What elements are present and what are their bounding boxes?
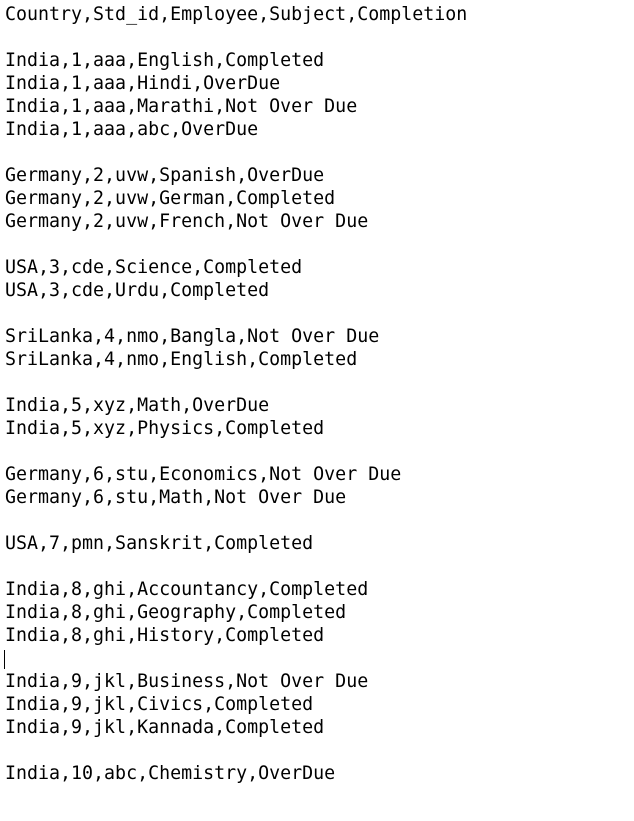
text-blank-line[interactable] [5, 233, 634, 256]
csv-record-line[interactable]: India,1,aaa,Marathi,Not Over Due [5, 95, 634, 118]
text-blank-line[interactable] [5, 555, 634, 578]
csv-record-line[interactable]: India,1,aaa,Hindi,OverDue [5, 72, 634, 95]
csv-record-line[interactable]: India,5,xyz,Math,OverDue [5, 394, 634, 417]
text-caret [4, 650, 5, 669]
csv-record-line[interactable]: USA,3,cde,Science,Completed [5, 256, 634, 279]
text-blank-line[interactable] [5, 302, 634, 325]
csv-record-line[interactable]: Germany,2,uvw,German,Completed [5, 187, 634, 210]
csv-record-line[interactable]: SriLanka,4,nmo,English,Completed [5, 348, 634, 371]
csv-record-line[interactable]: India,10,abc,Chemistry,OverDue [5, 762, 634, 785]
text-blank-line[interactable] [5, 739, 634, 762]
text-blank-line[interactable] [5, 26, 634, 49]
csv-record-line[interactable]: India,9,jkl,Business,Not Over Due [5, 670, 634, 693]
csv-record-line[interactable]: India,5,xyz,Physics,Completed [5, 417, 634, 440]
csv-record-line[interactable]: India,9,jkl,Civics,Completed [5, 693, 634, 716]
csv-record-line[interactable]: SriLanka,4,nmo,Bangla,Not Over Due [5, 325, 634, 348]
csv-record-line[interactable]: India,9,jkl,Kannada,Completed [5, 716, 634, 739]
csv-record-line[interactable]: India,1,aaa,English,Completed [5, 49, 634, 72]
csv-record-line[interactable]: USA,3,cde,Urdu,Completed [5, 279, 634, 302]
csv-record-line[interactable]: USA,7,pmn,Sanskrit,Completed [5, 532, 634, 555]
text-editor-content[interactable]: Country,Std_id,Employee,Subject,Completi… [0, 0, 634, 821]
text-blank-line[interactable] [5, 371, 634, 394]
csv-record-line[interactable]: India,8,ghi,History,Completed [5, 624, 634, 647]
csv-record-line[interactable]: Germany,2,uvw,French,Not Over Due [5, 210, 634, 233]
csv-record-line[interactable]: India,8,ghi,Accountancy,Completed [5, 578, 634, 601]
csv-record-line[interactable]: Germany,6,stu,Math,Not Over Due [5, 486, 634, 509]
csv-header-line[interactable]: Country,Std_id,Employee,Subject,Completi… [5, 3, 634, 26]
text-blank-line[interactable] [4, 647, 634, 670]
text-blank-line[interactable] [5, 141, 634, 164]
csv-record-line[interactable]: India,8,ghi,Geography,Completed [5, 601, 634, 624]
csv-record-line[interactable]: India,1,aaa,abc,OverDue [5, 118, 634, 141]
text-blank-line[interactable] [5, 509, 634, 532]
csv-record-line[interactable]: Germany,2,uvw,Spanish,OverDue [5, 164, 634, 187]
text-blank-line[interactable] [5, 440, 634, 463]
csv-record-line[interactable]: Germany,6,stu,Economics,Not Over Due [5, 463, 634, 486]
